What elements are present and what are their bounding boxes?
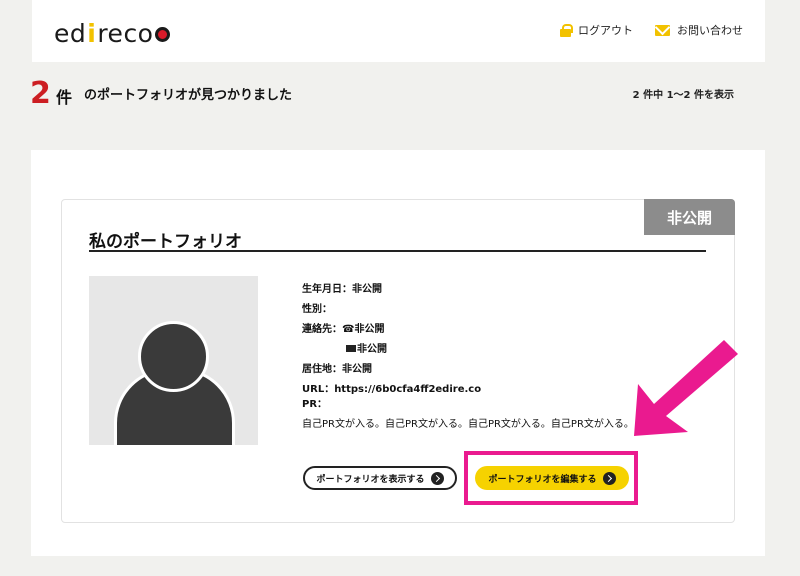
profile-pr-label: PR： [302, 399, 328, 410]
logo-text-part1: ed [54, 19, 87, 48]
result-summary: 2 件 のポートフォリオが見つかりました 2 件中 1〜2 件を表示 [30, 76, 740, 112]
profile-contact-phone: 連絡先：☎非公開 [302, 324, 385, 335]
profile-url: URL：https://6b0cfa4ff2edire.co [302, 384, 482, 395]
profile-contact-email: 非公開 [302, 340, 481, 360]
lock-icon [560, 23, 573, 37]
logo-dot-icon [155, 27, 171, 42]
view-portfolio-button[interactable]: ポートフォリオを表示する [303, 466, 457, 490]
pointer-arrow-icon [634, 340, 738, 436]
result-message: のポートフォリオが見つかりました [84, 88, 293, 103]
result-unit: 件 [56, 88, 73, 107]
logout-link[interactable]: ログアウト [560, 22, 633, 38]
avatar-head-icon [138, 321, 209, 392]
contact-link[interactable]: お問い合わせ [655, 22, 743, 38]
profile-residence: 居住地：非公開 [302, 364, 372, 375]
edit-button-highlight [464, 451, 638, 505]
logo-text-part2: reco [97, 19, 154, 48]
profile-gender: 性別： [302, 304, 332, 315]
edireco-logo[interactable]: ed i reco [54, 19, 171, 48]
profile-birthday: 生年月日：非公開 [302, 284, 382, 295]
mail-icon [655, 24, 670, 36]
avatar [89, 276, 258, 445]
profile-details: 生年月日：非公開 性別： 連絡先：☎非公開 非公開 居住地：非公開 URL：ht… [302, 280, 481, 412]
portfolio-title: 私のポートフォリオ [89, 232, 242, 252]
contact-label: お問い合わせ [677, 24, 743, 37]
view-portfolio-label: ポートフォリオを表示する [316, 474, 425, 485]
result-range: 2 件中 1〜2 件を表示 [632, 90, 734, 101]
result-count: 2 [30, 76, 51, 111]
logo-slash: i [87, 19, 97, 48]
profile-contact-email-value: 非公開 [357, 344, 387, 355]
header-nav: ログアウト お問い合わせ [560, 22, 743, 38]
title-divider [89, 250, 706, 252]
status-badge: 非公開 [644, 199, 735, 235]
chevron-right-icon [430, 471, 444, 485]
logout-label: ログアウト [578, 24, 633, 37]
envelope-icon [346, 345, 356, 352]
site-header: ed i reco ログアウト お問い合わせ [32, 0, 765, 62]
